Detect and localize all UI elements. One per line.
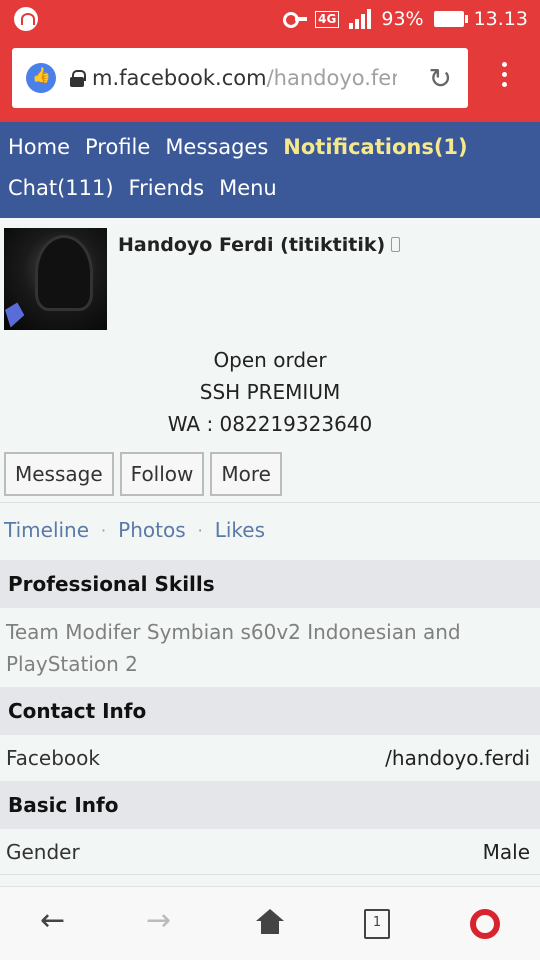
status-bar: 4G 93% 13.13 — [0, 0, 540, 38]
profile-name-text: Handoyo Ferdi (titiktitik) — [118, 234, 386, 256]
contact-row: Facebook /handoyo.ferdi — [0, 736, 540, 782]
section-header-professional-skills: Professional Skills — [0, 560, 540, 608]
profile-actions: Message Follow More — [4, 452, 282, 496]
mobile-phone-icon — [391, 237, 401, 252]
nav-row-2: Chat(111) Friends Menu — [8, 176, 277, 200]
address-bar[interactable]: m.facebook.com/handoyo.ferdi ↻ — [12, 48, 468, 108]
profile-page: Handoyo Ferdi (titiktitik) Open order SS… — [0, 218, 540, 878]
menu-kebab-icon[interactable] — [495, 62, 513, 96]
nav-chat[interactable]: Chat(111) — [8, 176, 114, 200]
profile-name: Handoyo Ferdi (titiktitik) — [118, 234, 401, 256]
key-icon — [283, 12, 308, 28]
separator-dot: · — [101, 520, 107, 540]
url-text[interactable]: m.facebook.com/handoyo.ferdi — [92, 66, 397, 90]
tabs-icon[interactable]: 1 — [364, 909, 390, 939]
network-type: 4G — [315, 10, 340, 28]
avatar-gem — [4, 300, 27, 330]
professional-skills-text: Team Modifer Symbian s60v2 Indonesian an… — [6, 620, 461, 676]
avatar-figure — [38, 238, 90, 308]
section-header-basic-info: Basic Info — [0, 781, 540, 829]
browser-toolbar: m.facebook.com/handoyo.ferdi ↻ — [0, 38, 540, 122]
lock-icon — [70, 70, 86, 87]
contact-label: Facebook — [6, 746, 100, 770]
signal-icon — [349, 9, 372, 29]
profile-bio: Open order SSH PREMIUM WA : 082219323640 — [0, 344, 540, 440]
notification-icon — [14, 7, 38, 31]
tab-timeline[interactable]: Timeline — [4, 518, 89, 542]
forward-arrow-icon[interactable]: → — [146, 903, 171, 938]
avatar[interactable] — [4, 228, 107, 330]
nav-menu[interactable]: Menu — [219, 176, 277, 200]
nav-home[interactable]: Home — [8, 135, 70, 159]
facebook-nav: Home Profile Messages Notifications(1) C… — [0, 122, 540, 218]
nav-row-1: Home Profile Messages Notifications(1) — [8, 135, 468, 159]
back-arrow-icon[interactable]: ← — [40, 903, 65, 938]
divider — [0, 874, 540, 875]
facebook-like-icon — [26, 63, 56, 93]
nav-friends[interactable]: Friends — [129, 176, 205, 200]
tab-likes[interactable]: Likes — [215, 518, 265, 542]
nav-profile[interactable]: Profile — [85, 135, 150, 159]
profile-tabs: Timeline · Photos · Likes — [4, 518, 265, 542]
more-button[interactable]: More — [210, 452, 282, 496]
divider — [0, 502, 540, 503]
message-button[interactable]: Message — [4, 452, 114, 496]
section-header-contact-info: Contact Info — [0, 687, 540, 735]
battery-icon — [433, 11, 468, 27]
url-host: m.facebook.com — [92, 66, 267, 90]
url-path: /handoyo.ferdi — [266, 66, 397, 90]
nav-notifications[interactable]: Notifications(1) — [283, 135, 467, 159]
contact-value[interactable]: /handoyo.ferdi — [385, 746, 530, 770]
bio-line: SSH PREMIUM — [199, 380, 341, 404]
status-right: 4G 93% 13.13 — [283, 8, 528, 30]
bio-line: Open order — [213, 348, 327, 372]
reload-icon[interactable]: ↻ — [429, 62, 452, 95]
bio-line: WA : 082219323640 — [167, 412, 373, 436]
gender-value: Male — [482, 840, 530, 864]
browser-bottom-bar: ← → 1 — [0, 886, 540, 960]
follow-button[interactable]: Follow — [119, 452, 205, 496]
opera-icon[interactable] — [470, 909, 500, 939]
gender-label: Gender — [6, 840, 80, 864]
home-icon[interactable] — [256, 909, 284, 935]
basic-info-row: Gender Male — [0, 830, 540, 876]
nav-messages[interactable]: Messages — [165, 135, 268, 159]
separator-dot: · — [197, 520, 203, 540]
clock: 13.13 — [473, 8, 528, 30]
battery-percent: 93% — [381, 8, 424, 30]
tab-photos[interactable]: Photos — [118, 518, 185, 542]
